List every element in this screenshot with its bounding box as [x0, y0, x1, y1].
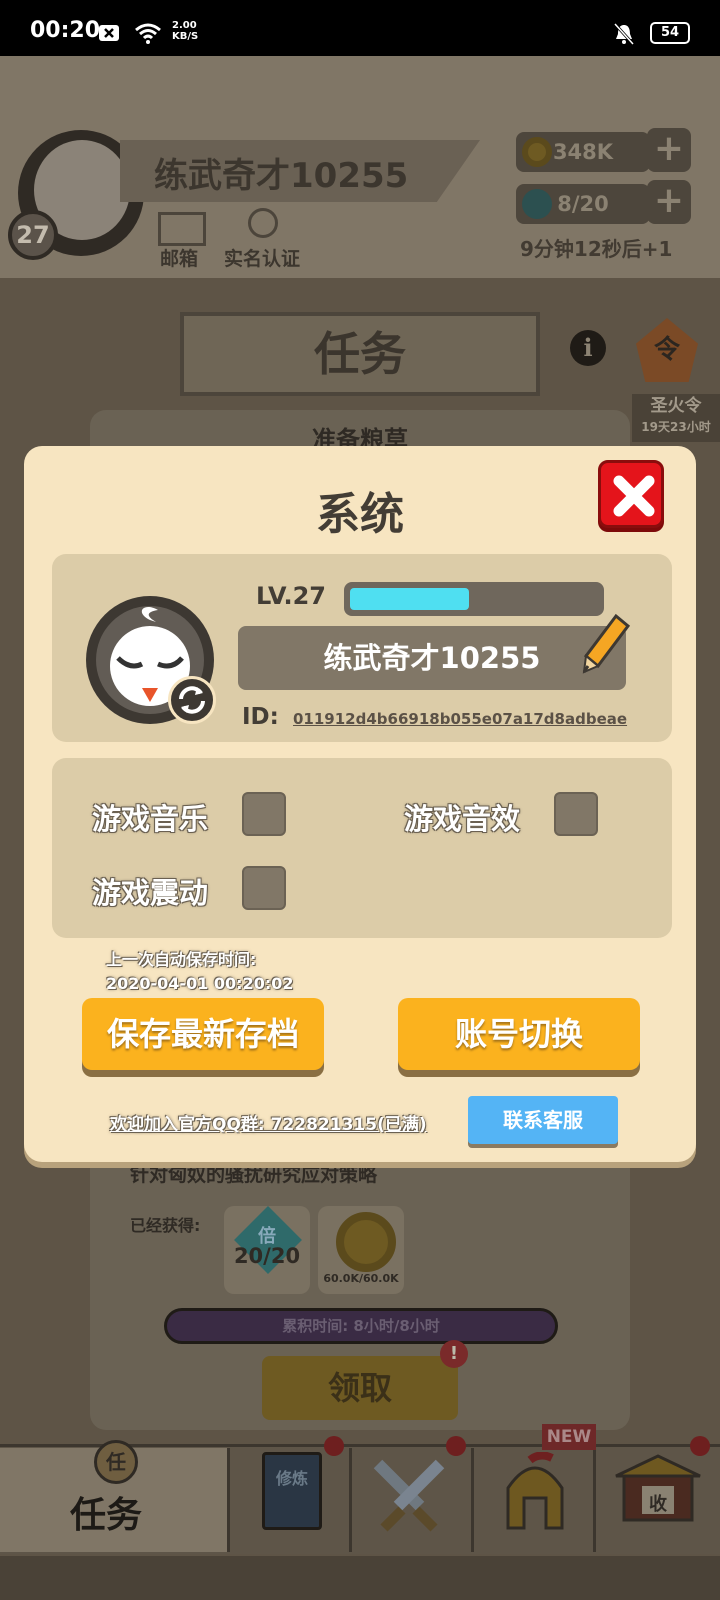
- music-checkbox[interactable]: [242, 792, 286, 836]
- swords-icon: [368, 1452, 450, 1538]
- energy-icon: [522, 189, 552, 219]
- autosave-time: 2020-04-01 00:20:02: [106, 974, 294, 993]
- reward-multiplier-count: 20/20: [233, 1244, 301, 1268]
- music-setting-label: 游戏音乐: [92, 802, 209, 836]
- task-screen-title: 任务: [314, 327, 406, 381]
- info-icon[interactable]: i: [570, 330, 606, 366]
- bottom-strip: [0, 1556, 720, 1600]
- train-red-dot: [324, 1436, 344, 1456]
- qq-group-link[interactable]: 欢迎加入官方QQ群: 722821315(已满): [110, 1110, 427, 1135]
- order-name: 圣火令: [650, 396, 702, 416]
- collect-glyph: 收: [649, 1494, 667, 1515]
- mute-icon: [612, 22, 636, 50]
- status-bar: 00:20 2.00 KB/S 54: [0, 0, 720, 56]
- energy-timer: 9分钟12秒后+1: [520, 237, 673, 261]
- save-archive-button[interactable]: 保存最新存档: [82, 998, 324, 1070]
- coin-icon: [522, 137, 552, 167]
- mail-icon[interactable]: [158, 212, 206, 246]
- gate-icon: 收: [612, 1454, 704, 1524]
- order-timer: 19天23小时: [641, 420, 711, 434]
- close-button[interactable]: [598, 460, 664, 528]
- order-badge[interactable]: 圣火令 19天23小时: [632, 394, 720, 442]
- task-description: 针对匈奴的骚扰研究应对策略: [130, 1164, 378, 1186]
- pencil-icon[interactable]: [582, 612, 632, 678]
- reward-coin-count: 60.0K/60.0K: [323, 1272, 399, 1285]
- vibration-setting-label: 游戏震动: [92, 876, 209, 910]
- mail-label[interactable]: 邮箱: [160, 244, 198, 271]
- refresh-icon: [179, 686, 205, 714]
- add-energy-button[interactable]: +: [647, 180, 691, 224]
- refresh-avatar-button[interactable]: [168, 676, 216, 724]
- verify-icon[interactable]: [248, 208, 278, 238]
- collect-red-dot: [690, 1436, 710, 1456]
- tasks-tab-icon: 任: [94, 1440, 138, 1484]
- tab-tasks-label: 任务: [70, 1495, 143, 1536]
- vibration-checkbox[interactable]: [242, 866, 286, 910]
- claim-alert-icon: !: [440, 1340, 468, 1368]
- wifi-icon: [134, 22, 162, 48]
- new-badge: NEW: [542, 1424, 596, 1450]
- notification-icon: [98, 24, 120, 46]
- claim-button[interactable]: 领取: [262, 1356, 458, 1420]
- id-label: ID:: [242, 704, 279, 730]
- add-coins-button[interactable]: +: [647, 128, 691, 172]
- obtained-label: 已经获得:: [130, 1216, 201, 1235]
- player-name-field[interactable]: 练武奇才10255: [238, 626, 626, 690]
- switch-account-button[interactable]: 账号切换: [398, 998, 640, 1070]
- battery-indicator: 54: [650, 22, 690, 44]
- network-speed: 2.00 KB/S: [172, 20, 199, 42]
- battle-red-dot: [446, 1436, 466, 1456]
- status-time: 00:20: [30, 18, 101, 43]
- autosave-label: 上一次自动保存时间:: [106, 950, 257, 969]
- contact-support-button[interactable]: 联系客服: [468, 1096, 618, 1144]
- reward-coin-icon: [336, 1212, 396, 1272]
- close-icon: [613, 475, 655, 517]
- level-label: LV.27: [256, 582, 326, 610]
- xp-bar-fill: [350, 588, 469, 610]
- header-player-name: 练武奇才10255: [154, 156, 409, 196]
- accumulated-time-bar: 累积时间: 8小时/8小时: [164, 1308, 558, 1344]
- sfx-checkbox[interactable]: [554, 792, 598, 836]
- player-id[interactable]: 011912d4b66918b055e07a17d8adbeae: [293, 710, 627, 728]
- header-level-badge: 27: [8, 210, 58, 260]
- verify-label[interactable]: 实名认证: [224, 244, 300, 271]
- book-icon: 修炼: [262, 1452, 322, 1530]
- helmet-icon: [500, 1451, 570, 1536]
- sfx-setting-label: 游戏音效: [404, 802, 521, 836]
